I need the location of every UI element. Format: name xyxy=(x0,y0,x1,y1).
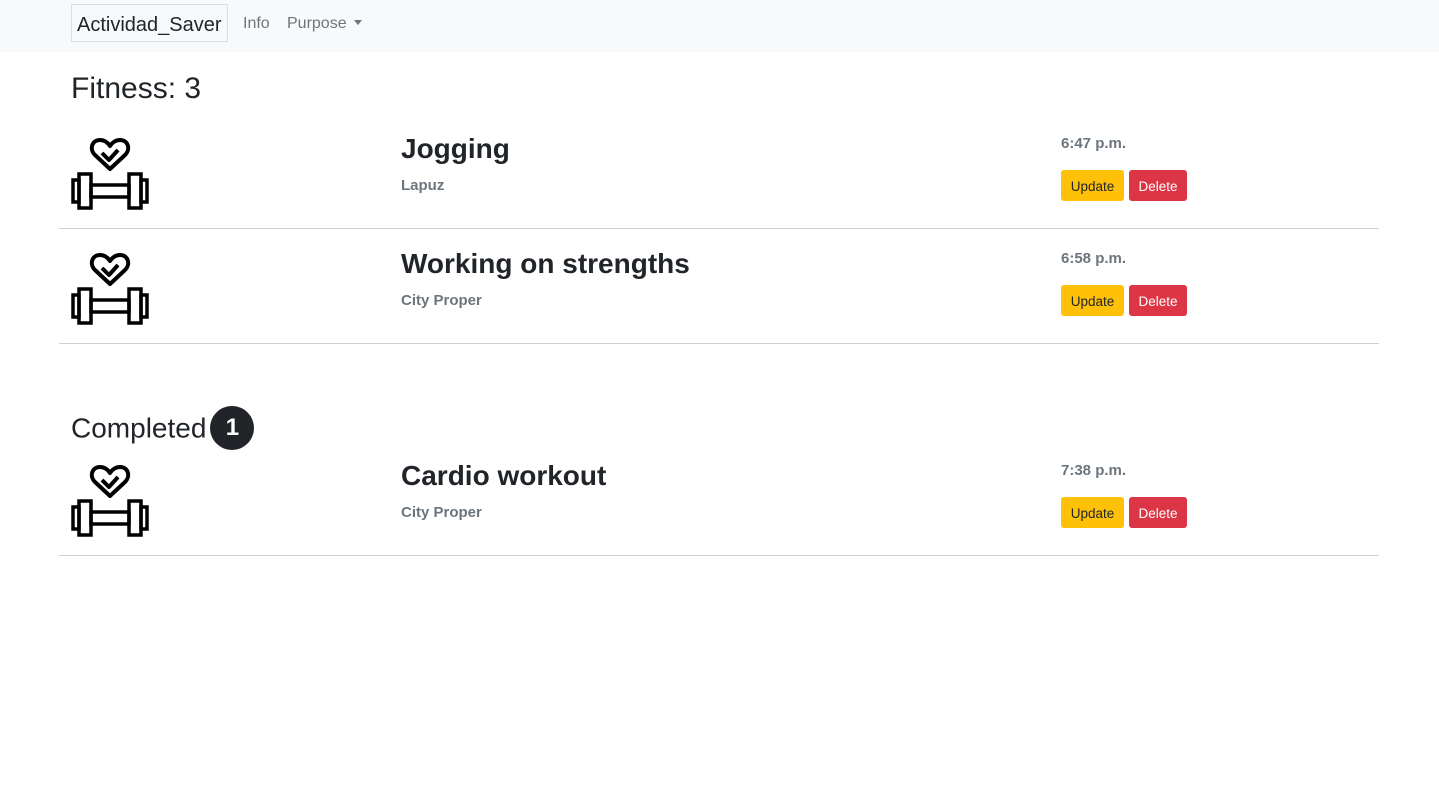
brand-link[interactable]: Actividad_Saver xyxy=(71,4,228,42)
update-button[interactable]: Update xyxy=(1061,285,1124,316)
activity-time: 6:47 p.m. xyxy=(1061,135,1127,152)
delete-button[interactable]: Delete xyxy=(1129,170,1187,201)
activity-row: Cardio workout City Proper 7:38 p.m. Upd… xyxy=(59,440,1379,556)
update-button[interactable]: Update xyxy=(1061,170,1124,201)
top-navbar: Actividad_Saver Info Purpose xyxy=(0,0,1439,52)
heart-dumbbell-icon xyxy=(71,132,149,210)
activity-place: City Proper xyxy=(401,292,482,309)
fitness-heading: Fitness: 3 xyxy=(71,72,202,105)
heart-dumbbell-icon xyxy=(71,459,149,537)
caret-down-icon xyxy=(353,20,362,25)
completed-label: Completed xyxy=(71,412,207,444)
nav-info-link[interactable]: Info xyxy=(243,15,270,33)
activity-time: 6:58 p.m. xyxy=(1061,250,1127,267)
activity-title: Working on strengths xyxy=(401,248,690,279)
activity-row: Jogging Lapuz 6:47 p.m. Update Delete xyxy=(59,113,1379,229)
activity-title: Cardio workout xyxy=(401,460,607,491)
activity-place: City Proper xyxy=(401,504,482,521)
activity-row: Working on strengths City Proper 6:58 p.… xyxy=(59,228,1379,344)
delete-button[interactable]: Delete xyxy=(1129,285,1187,316)
delete-button[interactable]: Delete xyxy=(1129,497,1187,528)
activity-time: 7:38 p.m. xyxy=(1061,462,1127,479)
nav-purpose-dropdown[interactable]: Purpose xyxy=(287,15,362,33)
activity-title: Jogging xyxy=(401,133,510,164)
heart-dumbbell-icon xyxy=(71,247,149,325)
update-button[interactable]: Update xyxy=(1061,497,1124,528)
activity-place: Lapuz xyxy=(401,177,445,194)
nav-purpose-label: Purpose xyxy=(287,15,347,32)
